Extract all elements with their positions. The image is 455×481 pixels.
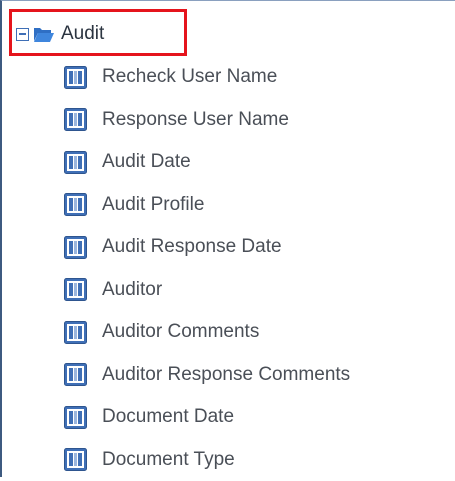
tree-item-label: Audit Response Date: [102, 236, 282, 258]
tree-node-audit[interactable]: Audit: [16, 21, 104, 47]
tree-item-label: Document Date: [102, 406, 234, 428]
tree-item-audit-date[interactable]: Audit Date: [64, 141, 350, 184]
tree-item-document-date[interactable]: Document Date: [64, 396, 350, 439]
field-column-icon: [64, 321, 87, 344]
field-column-icon: [64, 278, 87, 301]
tree-item-auditor[interactable]: Auditor: [64, 269, 350, 312]
tree-item-auditor-comments[interactable]: Auditor Comments: [64, 311, 350, 354]
tree-item-label: Auditor: [102, 279, 162, 301]
tree-children-list: Recheck User Name Response User Name Aud…: [64, 56, 350, 481]
tree-item-label: Recheck User Name: [102, 66, 277, 88]
tree-item-audit-profile[interactable]: Audit Profile: [64, 184, 350, 227]
tree-item-label: Audit Date: [102, 151, 191, 173]
field-column-icon: [64, 236, 87, 259]
field-column-icon: [64, 193, 87, 216]
folder-open-icon: [33, 25, 55, 43]
field-tree-panel: Audit Recheck User Name Response User Na…: [0, 0, 455, 477]
tree-node-label: Audit: [61, 23, 104, 45]
tree-item-label: Auditor Comments: [102, 321, 259, 343]
tree-item-auditor-response-comments[interactable]: Auditor Response Comments: [64, 354, 350, 397]
tree-item-audit-response-date[interactable]: Audit Response Date: [64, 226, 350, 269]
tree-item-recheck-user-name[interactable]: Recheck User Name: [64, 56, 350, 99]
collapse-minus-icon[interactable]: [16, 28, 29, 41]
tree-item-document-type[interactable]: Document Type: [64, 439, 350, 481]
field-column-icon: [64, 406, 87, 429]
tree-item-response-user-name[interactable]: Response User Name: [64, 99, 350, 142]
tree-item-label: Response User Name: [102, 109, 289, 131]
tree-item-label: Auditor Response Comments: [102, 364, 350, 386]
tree-item-label: Audit Profile: [102, 194, 204, 216]
field-column-icon: [64, 448, 87, 471]
tree-item-label: Document Type: [102, 449, 235, 471]
field-column-icon: [64, 66, 87, 89]
field-column-icon: [64, 363, 87, 386]
field-column-icon: [64, 108, 87, 131]
field-column-icon: [64, 151, 87, 174]
